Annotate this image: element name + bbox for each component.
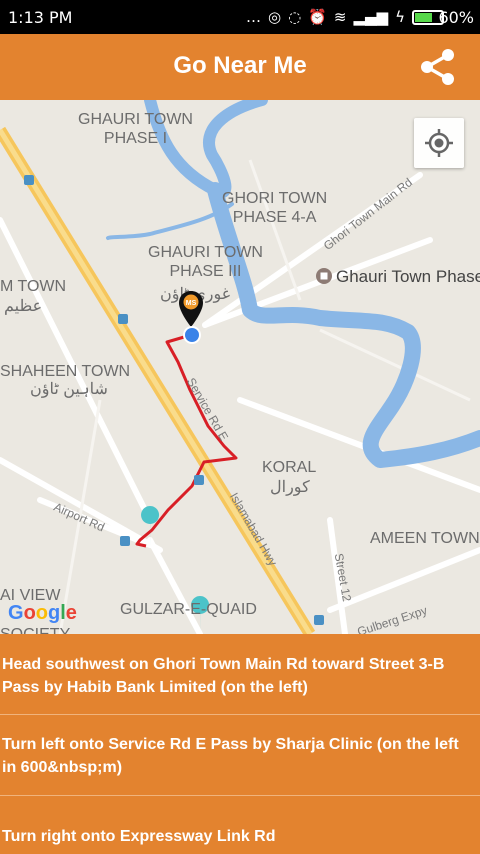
share-icon bbox=[421, 49, 454, 85]
marker-label: MS bbox=[186, 300, 197, 307]
map-label-m-town: M TOWN bbox=[0, 278, 67, 295]
map-label-society: SOCIETY bbox=[0, 625, 70, 634]
direction-step[interactable]: Turn left onto Service Rd E Pass by Shar… bbox=[0, 733, 480, 779]
status-bar: 1:13 PM … ◎ ◌ ⏰ ≋ ▂▄▆ ϟ 60% bbox=[0, 0, 480, 34]
map-label-m-town-urdu: عظیم bbox=[4, 298, 43, 315]
sync-icon: ◎ bbox=[268, 8, 282, 26]
signal-icon: ▂▄▆ bbox=[353, 8, 389, 26]
wifi-icon: ≋ bbox=[333, 8, 347, 26]
alarm-icon: ⏰ bbox=[308, 8, 327, 26]
map-label-shaheen-town: SHAHEEN TOWN bbox=[0, 363, 131, 380]
map-marker-icon[interactable]: MS bbox=[178, 290, 204, 328]
app-title: Go Near Me bbox=[173, 52, 307, 79]
map-label-gulzar-e-quaid: GULZAR-E-QUAID bbox=[120, 601, 257, 618]
battery-percent: 60% bbox=[438, 8, 474, 27]
notification-dots-icon: … bbox=[246, 8, 262, 26]
direction-step[interactable]: Head southwest on Ghori Town Main Rd tow… bbox=[0, 653, 480, 699]
google-logo: Google bbox=[8, 602, 77, 624]
map-label-ghauri-phase-3: GHAURI TOWN PHASE III bbox=[148, 244, 263, 280]
my-location-icon bbox=[425, 129, 453, 157]
map-label-shaheen-urdu: شاہین ٹاؤن bbox=[30, 381, 108, 398]
step-divider bbox=[0, 795, 480, 796]
current-location-dot bbox=[183, 326, 201, 344]
status-time: 1:13 PM bbox=[8, 8, 73, 27]
status-icons: … ◎ ◌ ⏰ ≋ ▂▄▆ ϟ bbox=[246, 8, 444, 26]
map-label-koral-urdu: کورال bbox=[270, 479, 310, 496]
share-button[interactable] bbox=[418, 48, 458, 86]
map-label-ghauri-phase-1: GHAURI TOWN PHASE I bbox=[78, 111, 193, 147]
map-label-ghori-phase-4a: GHORI TOWN PHASE 4-A bbox=[222, 190, 328, 226]
directions-panel[interactable]: Head southwest on Ghori Town Main Rd tow… bbox=[0, 634, 480, 854]
map-view[interactable]: GHAURI TOWN PHASE I GHORI TOWN PHASE 4-A… bbox=[0, 100, 480, 634]
app-bar: Go Near Me bbox=[0, 34, 480, 100]
refresh-icon: ◌ bbox=[288, 8, 302, 26]
direction-step[interactable]: Turn right onto Expressway Link Rd bbox=[0, 825, 480, 848]
map-label-ameen-town: AMEEN TOWN bbox=[370, 530, 480, 547]
charging-icon: ϟ bbox=[395, 8, 405, 26]
step-divider bbox=[0, 714, 480, 715]
poi-label[interactable]: Ghauri Town Phase bbox=[336, 267, 480, 287]
poi-icon[interactable] bbox=[316, 268, 332, 284]
my-location-button[interactable] bbox=[414, 118, 464, 168]
map-label-koral: KORAL bbox=[262, 459, 317, 476]
